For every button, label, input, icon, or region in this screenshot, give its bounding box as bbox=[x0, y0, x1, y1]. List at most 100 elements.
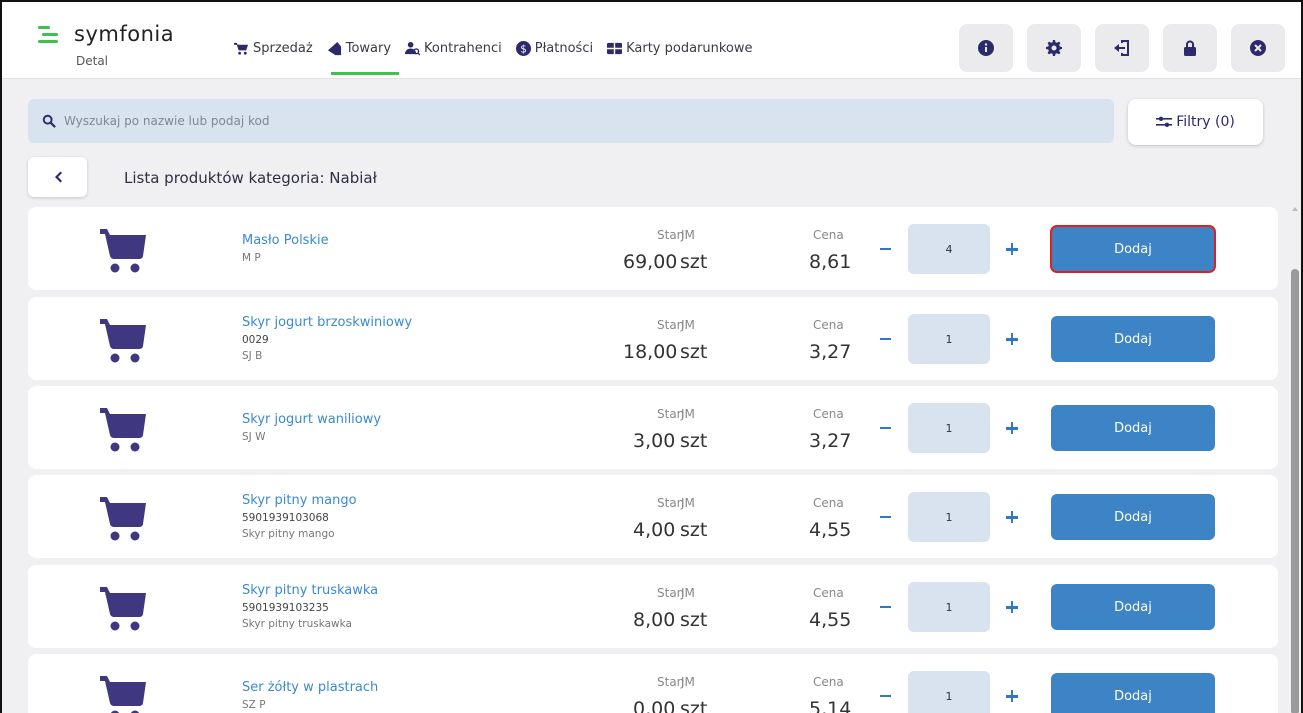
gear-icon bbox=[1046, 40, 1062, 56]
nav-label: Sprzedaż bbox=[253, 40, 313, 56]
increase-qty-button[interactable] bbox=[1002, 597, 1022, 617]
unit-label: JM bbox=[681, 228, 695, 242]
cart-icon bbox=[234, 42, 249, 55]
product-shortname: SJ W bbox=[242, 431, 266, 443]
product-name[interactable]: Masło Polskie bbox=[242, 233, 329, 248]
product-name[interactable]: Skyr pitny mango bbox=[242, 493, 357, 508]
filters-button[interactable]: Filtry (0) bbox=[1128, 99, 1263, 145]
unit-label: JM bbox=[681, 675, 695, 689]
quantity-input[interactable]: 1 bbox=[908, 582, 990, 632]
list-scrollbar[interactable] bbox=[1289, 207, 1301, 713]
nav-kontrahenci[interactable]: Kontrahenci bbox=[405, 38, 502, 58]
chevron-left-icon bbox=[54, 171, 62, 183]
increase-qty-button[interactable] bbox=[1002, 418, 1022, 438]
header-actions bbox=[959, 24, 1285, 72]
decrease-qty-button[interactable] bbox=[875, 597, 895, 617]
search-input[interactable] bbox=[64, 114, 964, 128]
add-button[interactable]: Dodaj bbox=[1051, 494, 1215, 540]
increase-qty-button[interactable] bbox=[1002, 507, 1022, 527]
add-button[interactable]: Dodaj bbox=[1051, 584, 1215, 630]
product-name[interactable]: Skyr jogurt brzoskwiniowy bbox=[242, 315, 412, 330]
stock-value: 18,00 bbox=[623, 341, 678, 363]
quantity-input[interactable]: 1 bbox=[908, 403, 990, 453]
increase-qty-button[interactable] bbox=[1002, 239, 1022, 259]
decrease-qty-button[interactable] bbox=[875, 239, 895, 259]
nav-label: Kontrahenci bbox=[424, 40, 502, 56]
nav-label: Karty podarunkowe bbox=[626, 40, 753, 56]
search-bar bbox=[28, 99, 1114, 143]
price-label: Cena bbox=[813, 228, 844, 242]
nav-label: Płatności bbox=[534, 40, 594, 56]
back-button[interactable] bbox=[28, 157, 87, 197]
unit-value: szt bbox=[680, 519, 708, 541]
nav-label: Towary bbox=[345, 40, 392, 56]
product-code: 0029 bbox=[242, 334, 269, 346]
settings-button[interactable] bbox=[1027, 24, 1081, 72]
price-label: Cena bbox=[813, 496, 844, 510]
product-name[interactable]: Skyr pitny truskawka bbox=[242, 583, 378, 598]
add-button[interactable]: Dodaj bbox=[1051, 673, 1215, 713]
price-label: Cena bbox=[813, 586, 844, 600]
close-button[interactable] bbox=[1231, 24, 1285, 72]
contacts-icon bbox=[405, 41, 421, 56]
product-name[interactable]: Skyr jogurt waniliowy bbox=[242, 412, 381, 427]
decrease-qty-button[interactable] bbox=[875, 418, 895, 438]
nav-sprzedaz[interactable]: Sprzedaż bbox=[234, 38, 313, 58]
logo-mark-icon bbox=[38, 26, 58, 44]
dollar-circle-icon: $ bbox=[515, 40, 531, 56]
scroll-up-arrow-icon[interactable] bbox=[1292, 207, 1298, 211]
logout-icon bbox=[1114, 40, 1129, 56]
product-cart-icon bbox=[100, 313, 148, 365]
stock-value: 3,00 bbox=[633, 430, 676, 452]
app-window: symfonia Detal Sprzedaż Towary Kontrahen… bbox=[0, 0, 1303, 713]
decrease-qty-button[interactable] bbox=[875, 329, 895, 349]
increase-qty-button[interactable] bbox=[1002, 686, 1022, 706]
info-icon bbox=[978, 40, 994, 56]
close-icon bbox=[1250, 40, 1266, 56]
increase-qty-button[interactable] bbox=[1002, 329, 1022, 349]
unit-value: szt bbox=[680, 430, 708, 452]
product-shortname: SZ P bbox=[242, 699, 266, 711]
price-value: 8,61 bbox=[809, 251, 852, 273]
product-name[interactable]: Ser żółty w plastrach bbox=[242, 680, 378, 695]
price-label: Cena bbox=[813, 675, 844, 689]
quantity-input[interactable]: 1 bbox=[908, 314, 990, 364]
product-row: Ser żółty w plastrach SZ P Stan 0,00 JM … bbox=[28, 654, 1278, 713]
quantity-input[interactable]: 4 bbox=[908, 224, 990, 274]
nav-towary[interactable]: Towary bbox=[327, 38, 400, 75]
logo-text: symfonia bbox=[74, 22, 175, 46]
scroll-thumb[interactable] bbox=[1291, 269, 1299, 713]
logout-button[interactable] bbox=[1095, 24, 1149, 72]
product-row: Skyr jogurt brzoskwiniowy 0029 SJ B Stan… bbox=[28, 297, 1278, 380]
product-list: Masło Polskie M P Stan 69,00 JM szt Cena… bbox=[28, 207, 1278, 713]
logo-subtitle: Detal bbox=[76, 54, 109, 68]
price-label: Cena bbox=[813, 318, 844, 332]
tag-icon bbox=[327, 41, 341, 55]
lock-icon bbox=[1184, 40, 1196, 56]
nav-karty-podarunkowe[interactable]: Karty podarunkowe bbox=[607, 38, 753, 58]
add-button[interactable]: Dodaj bbox=[1050, 225, 1216, 273]
price-label: Cena bbox=[813, 407, 844, 421]
quantity-input[interactable]: 1 bbox=[908, 492, 990, 542]
svg-text:$: $ bbox=[520, 43, 527, 55]
decrease-qty-button[interactable] bbox=[875, 686, 895, 706]
price-value: 3,27 bbox=[809, 341, 852, 363]
lock-button[interactable] bbox=[1163, 24, 1217, 72]
nav-platnosci[interactable]: $ Płatności bbox=[515, 38, 594, 58]
stock-value: 0,00 bbox=[633, 698, 676, 713]
price-value: 3,27 bbox=[809, 430, 852, 452]
info-button[interactable] bbox=[959, 24, 1013, 72]
decrease-qty-button[interactable] bbox=[875, 507, 895, 527]
unit-value: szt bbox=[680, 609, 708, 631]
add-button[interactable]: Dodaj bbox=[1051, 405, 1215, 451]
add-button[interactable]: Dodaj bbox=[1051, 316, 1215, 362]
quantity-input[interactable]: 1 bbox=[908, 671, 990, 713]
stock-value: 69,00 bbox=[623, 251, 678, 273]
search-icon bbox=[42, 114, 56, 128]
category-title: Lista produktów kategoria: Nabiał bbox=[124, 169, 377, 187]
product-code: 5901939103235 bbox=[242, 602, 329, 614]
filters-label: Filtry (0) bbox=[1176, 114, 1235, 130]
main-nav: Sprzedaż Towary Kontrahenci $ Płatności … bbox=[234, 38, 753, 75]
price-value: 4,55 bbox=[809, 519, 852, 541]
product-cart-icon bbox=[100, 581, 148, 633]
